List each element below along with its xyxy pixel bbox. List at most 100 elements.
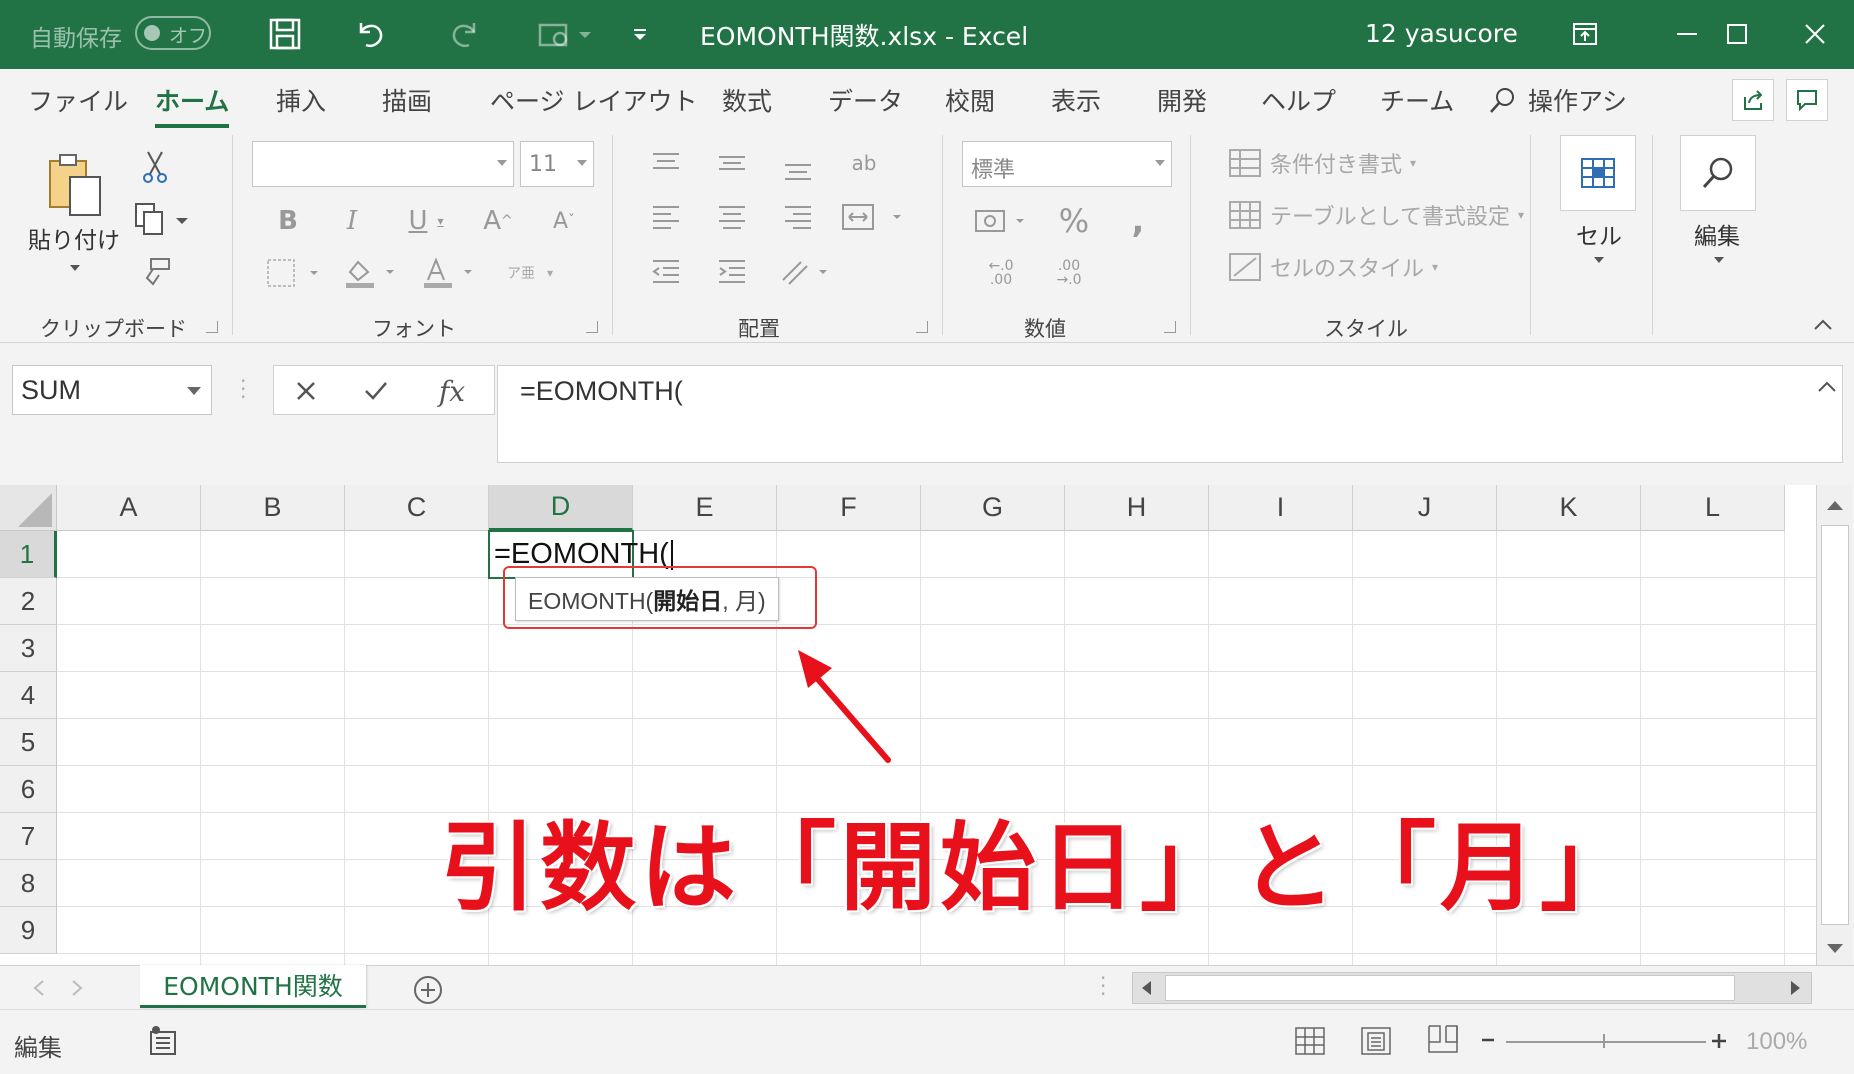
align-center-icon[interactable]: [714, 199, 750, 235]
page-layout-view-icon[interactable]: [1360, 1026, 1392, 1060]
close-icon[interactable]: [1790, 12, 1840, 56]
tab-help[interactable]: ヘルプ: [1261, 82, 1336, 118]
tab-developer[interactable]: 開発: [1157, 82, 1207, 118]
ribbon-display-icon[interactable]: [1560, 12, 1610, 56]
scroll-up-icon[interactable]: [1825, 497, 1845, 516]
font-size-combo[interactable]: 11: [520, 141, 594, 187]
scroll-down-icon[interactable]: [1825, 941, 1845, 960]
align-middle-icon[interactable]: [714, 145, 750, 181]
bold-icon[interactable]: B: [268, 201, 308, 241]
qat-dropdown-icon[interactable]: [620, 12, 660, 56]
text-angle-icon[interactable]: [778, 253, 834, 289]
row-header[interactable]: 9: [0, 907, 57, 954]
cells-dropdown-icon[interactable]: [1594, 257, 1604, 263]
name-box[interactable]: SUM: [12, 365, 212, 415]
paste-button[interactable]: 貼り付け: [28, 221, 120, 255]
column-header[interactable]: H: [1065, 485, 1209, 531]
tab-page-layout[interactable]: ページ レイアウト: [490, 82, 697, 118]
undo-icon[interactable]: [345, 12, 395, 56]
column-header[interactable]: K: [1497, 485, 1641, 531]
row-header[interactable]: 5: [0, 719, 57, 766]
horizontal-scrollbar[interactable]: [1132, 972, 1812, 1004]
percent-icon[interactable]: %: [1052, 201, 1096, 241]
zoom-in-icon[interactable]: [1710, 1032, 1728, 1054]
comma-style-icon[interactable]: ,: [1118, 201, 1158, 241]
share-icon[interactable]: [1732, 79, 1774, 121]
increase-indent-icon[interactable]: [714, 253, 750, 289]
copy-icon[interactable]: [132, 201, 192, 237]
new-sheet-icon[interactable]: [412, 974, 444, 1010]
collapse-formula-bar-icon[interactable]: [1816, 379, 1838, 398]
tab-review[interactable]: 校閲: [945, 82, 995, 118]
scroll-right-icon[interactable]: [1789, 979, 1803, 1001]
vertical-scroll-thumb[interactable]: [1821, 525, 1849, 925]
underline-icon[interactable]: U ▾: [396, 201, 456, 241]
normal-view-icon[interactable]: [1294, 1026, 1326, 1060]
zoom-level[interactable]: 100%: [1746, 1028, 1807, 1056]
number-launcher-icon[interactable]: [1164, 321, 1176, 333]
zoom-slider-thumb[interactable]: [1603, 1034, 1605, 1048]
page-break-view-icon[interactable]: [1426, 1024, 1460, 1060]
save-icon[interactable]: [260, 12, 310, 56]
column-header[interactable]: A: [57, 485, 201, 531]
align-right-icon[interactable]: [780, 199, 816, 235]
next-sheet-icon[interactable]: [70, 979, 84, 1001]
alignment-launcher-icon[interactable]: [916, 321, 928, 333]
macro-record-icon[interactable]: [148, 1024, 178, 1060]
cells-button[interactable]: セル: [1576, 217, 1622, 251]
tell-me-search[interactable]: 操作アシ: [1528, 82, 1627, 118]
minimize-icon[interactable]: [1662, 12, 1712, 56]
editing-dropdown-icon[interactable]: [1714, 257, 1724, 263]
phonetic-icon[interactable]: ア亜 ▾: [500, 253, 560, 293]
vertical-scrollbar[interactable]: [1816, 485, 1852, 965]
column-header[interactable]: C: [345, 485, 489, 531]
cancel-entry-icon[interactable]: [286, 374, 326, 408]
horizontal-scroll-thumb[interactable]: [1165, 975, 1735, 1001]
sheet-tab-eomonth[interactable]: EOMONTH関数: [140, 965, 366, 1008]
column-header[interactable]: B: [201, 485, 345, 531]
borders-icon[interactable]: [262, 253, 326, 293]
tab-data[interactable]: データ: [828, 82, 903, 118]
scroll-left-icon[interactable]: [1139, 979, 1153, 1001]
decrease-decimal-icon[interactable]: .00 →.0: [1044, 253, 1094, 293]
orientation-icon[interactable]: ab: [846, 145, 882, 181]
customize-icon[interactable]: [530, 12, 600, 56]
decrease-indent-icon[interactable]: [648, 253, 684, 289]
cells-icon[interactable]: [1560, 135, 1636, 211]
redo-icon[interactable]: [440, 12, 490, 56]
increase-font-icon[interactable]: A ^: [478, 201, 518, 241]
cut-icon[interactable]: [138, 149, 172, 185]
autosave-toggle[interactable]: オフ: [135, 16, 211, 50]
conditional-formatting-button[interactable]: 条件付き書式 ▾: [1228, 147, 1416, 179]
row-header[interactable]: 8: [0, 860, 57, 907]
font-name-combo[interactable]: [252, 141, 514, 187]
tab-home[interactable]: ホーム: [155, 82, 230, 128]
zoom-out-icon[interactable]: [1480, 1032, 1496, 1052]
prev-sheet-icon[interactable]: [32, 979, 46, 1001]
decrease-font-icon[interactable]: Aˇ: [544, 201, 584, 241]
collapse-ribbon-icon[interactable]: [1812, 317, 1834, 336]
row-header[interactable]: 2: [0, 578, 57, 625]
tab-file[interactable]: ファイル: [28, 82, 128, 118]
edit-search-icon[interactable]: [1680, 135, 1756, 211]
tab-insert[interactable]: 挿入: [276, 82, 326, 118]
cell-styles-button[interactable]: セルのスタイル ▾: [1228, 251, 1438, 283]
comments-icon[interactable]: [1786, 79, 1828, 121]
align-left-icon[interactable]: [648, 199, 684, 235]
format-as-table-button[interactable]: テーブルとして書式設定 ▾: [1228, 199, 1524, 231]
maximize-icon[interactable]: [1712, 12, 1762, 56]
row-header[interactable]: 6: [0, 766, 57, 813]
tab-team[interactable]: チーム: [1380, 82, 1454, 118]
sheet-split-grip-icon[interactable]: · · ·: [1100, 968, 1106, 1004]
column-header[interactable]: F: [777, 485, 921, 531]
accounting-format-icon[interactable]: [970, 201, 1034, 241]
column-header[interactable]: I: [1209, 485, 1353, 531]
formula-input[interactable]: =EOMONTH(: [497, 365, 1843, 463]
tooltip-arg-start-date[interactable]: 開始日: [653, 588, 722, 614]
row-header[interactable]: 7: [0, 813, 57, 860]
number-format-combo[interactable]: 標準: [962, 141, 1172, 187]
select-all-button[interactable]: [0, 485, 57, 531]
row-header-active[interactable]: 1: [0, 531, 57, 578]
paste-icon[interactable]: [40, 149, 110, 219]
align-bottom-icon[interactable]: [780, 151, 816, 187]
